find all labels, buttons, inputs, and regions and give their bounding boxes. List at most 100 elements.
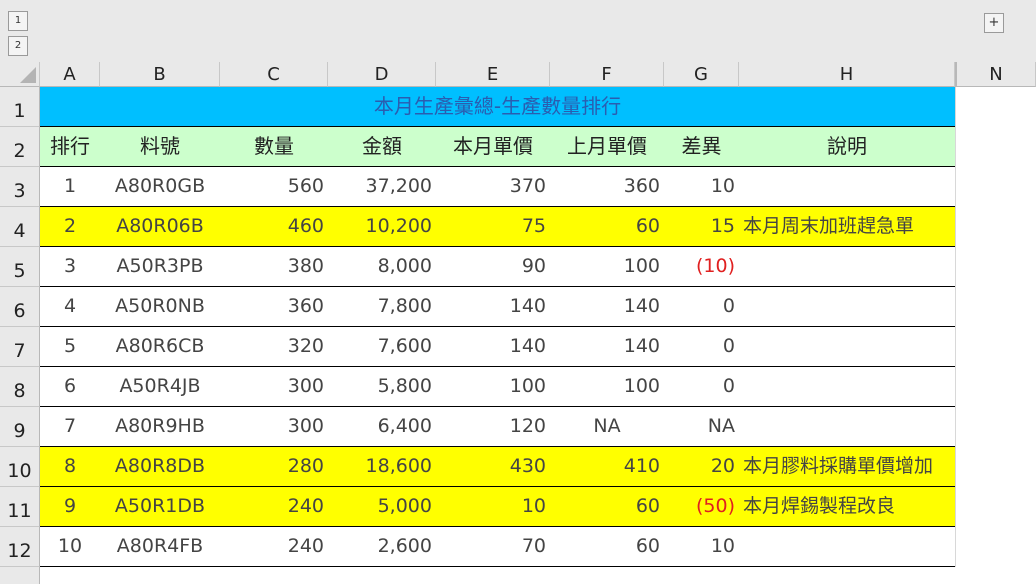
table-row[interactable]: 2 A80R06B 460 10,200 75 60 15 本月周末加班趕急單 bbox=[40, 207, 955, 247]
table-row[interactable]: 3 A50R3PB 380 8,000 90 100 (10) bbox=[40, 247, 955, 287]
cell-part-number[interactable]: A50R3PB bbox=[100, 247, 220, 286]
cell-rank[interactable]: 1 bbox=[40, 167, 100, 206]
cell-part-number[interactable]: A80R0GB bbox=[100, 167, 220, 206]
cell-description[interactable] bbox=[739, 287, 955, 326]
cell-amount[interactable]: 7,600 bbox=[328, 327, 436, 366]
table-row[interactable]: 5 A80R6CB 320 7,600 140 140 0 bbox=[40, 327, 955, 367]
cell-part-number[interactable]: A80R8DB bbox=[100, 447, 220, 486]
cell-description[interactable] bbox=[739, 407, 955, 446]
cell-rank[interactable]: 8 bbox=[40, 447, 100, 486]
title-row[interactable]: 本月生產彙總-生產數量排行 bbox=[40, 87, 955, 127]
cell-quantity[interactable]: 560 bbox=[220, 167, 328, 206]
cell-description[interactable]: 本月膠料採購單價增加 bbox=[739, 447, 955, 486]
cell-last-month-price[interactable]: 140 bbox=[550, 287, 664, 326]
row-header-1[interactable]: 1 bbox=[0, 87, 40, 127]
column-header-a[interactable]: A bbox=[40, 62, 100, 87]
cell-last-month-price[interactable]: 410 bbox=[550, 447, 664, 486]
cell-part-number[interactable]: A80R6CB bbox=[100, 327, 220, 366]
column-header-c[interactable]: C bbox=[220, 62, 328, 87]
cell-quantity[interactable]: 460 bbox=[220, 207, 328, 246]
cell-quantity[interactable]: 240 bbox=[220, 527, 328, 566]
outline-level-2-button[interactable]: 2 bbox=[8, 36, 28, 56]
cell-amount[interactable]: 8,000 bbox=[328, 247, 436, 286]
column-header-n[interactable]: N bbox=[955, 62, 1036, 87]
column-header-g[interactable]: G bbox=[664, 62, 739, 87]
cell-quantity[interactable]: 360 bbox=[220, 287, 328, 326]
column-header-e[interactable]: E bbox=[436, 62, 550, 87]
cell-description[interactable] bbox=[739, 367, 955, 406]
header-difference[interactable]: 差異 bbox=[664, 127, 739, 166]
cell-last-month-price[interactable]: 60 bbox=[550, 487, 664, 526]
row-header-9[interactable]: 9 bbox=[0, 407, 40, 447]
cell-amount[interactable]: 6,400 bbox=[328, 407, 436, 446]
cell-difference[interactable]: 10 bbox=[664, 527, 739, 566]
table-row[interactable]: 10 A80R4FB 240 2,600 70 60 10 bbox=[40, 527, 955, 567]
cell-last-month-price[interactable]: 360 bbox=[550, 167, 664, 206]
row-header-3[interactable]: 3 bbox=[0, 167, 40, 207]
column-header-d[interactable]: D bbox=[328, 62, 436, 87]
cell-amount[interactable]: 18,600 bbox=[328, 447, 436, 486]
cell-amount[interactable]: 37,200 bbox=[328, 167, 436, 206]
row-header-12[interactable]: 12 bbox=[0, 527, 40, 567]
cell-this-month-price[interactable]: 70 bbox=[436, 527, 550, 566]
row-header-2[interactable]: 2 bbox=[0, 127, 40, 167]
table-row[interactable]: 6 A50R4JB 300 5,800 100 100 0 bbox=[40, 367, 955, 407]
cell-rank[interactable]: 9 bbox=[40, 487, 100, 526]
column-header-b[interactable]: B bbox=[100, 62, 220, 87]
cell-this-month-price[interactable]: 90 bbox=[436, 247, 550, 286]
cell-amount[interactable]: 5,000 bbox=[328, 487, 436, 526]
table-row[interactable]: 7 A80R9HB 300 6,400 120 NA NA bbox=[40, 407, 955, 447]
cell-amount[interactable]: 5,800 bbox=[328, 367, 436, 406]
cell-last-month-price[interactable]: 60 bbox=[550, 527, 664, 566]
cell-last-month-price[interactable]: 140 bbox=[550, 327, 664, 366]
cell-description[interactable] bbox=[739, 167, 955, 206]
cell-rank[interactable]: 2 bbox=[40, 207, 100, 246]
cell-description[interactable] bbox=[739, 527, 955, 566]
cell-last-month-price[interactable]: NA bbox=[550, 407, 664, 446]
cell-quantity[interactable]: 320 bbox=[220, 327, 328, 366]
row-header-5[interactable]: 5 bbox=[0, 247, 40, 287]
cell-description[interactable]: 本月周末加班趕急單 bbox=[739, 207, 955, 246]
header-last-month-price[interactable]: 上月單價 bbox=[550, 127, 664, 166]
cell-difference[interactable]: 10 bbox=[664, 167, 739, 206]
table-row[interactable]: 9 A50R1DB 240 5,000 10 60 (50) 本月焊錫製程改良 bbox=[40, 487, 955, 527]
cell-quantity[interactable]: 300 bbox=[220, 407, 328, 446]
cell-last-month-price[interactable]: 100 bbox=[550, 247, 664, 286]
cell-part-number[interactable]: A50R1DB bbox=[100, 487, 220, 526]
cell-part-number[interactable]: A80R06B bbox=[100, 207, 220, 246]
cell-difference[interactable]: NA bbox=[664, 407, 739, 446]
cell-difference[interactable]: 0 bbox=[664, 287, 739, 326]
cell-rank[interactable]: 3 bbox=[40, 247, 100, 286]
cell-difference[interactable]: (10) bbox=[664, 247, 739, 286]
cell-amount[interactable]: 2,600 bbox=[328, 527, 436, 566]
header-rank[interactable]: 排行 bbox=[40, 127, 100, 166]
cell-this-month-price[interactable]: 100 bbox=[436, 367, 550, 406]
table-row[interactable]: 1 A80R0GB 560 37,200 370 360 10 bbox=[40, 167, 955, 207]
cell-description[interactable]: 本月焊錫製程改良 bbox=[739, 487, 955, 526]
cell-difference[interactable]: (50) bbox=[664, 487, 739, 526]
cell-this-month-price[interactable]: 10 bbox=[436, 487, 550, 526]
cell-this-month-price[interactable]: 370 bbox=[436, 167, 550, 206]
cell-part-number[interactable]: A80R9HB bbox=[100, 407, 220, 446]
expand-group-button[interactable]: + bbox=[984, 13, 1004, 33]
cell-quantity[interactable]: 280 bbox=[220, 447, 328, 486]
cell-this-month-price[interactable]: 75 bbox=[436, 207, 550, 246]
select-all-corner[interactable] bbox=[0, 62, 40, 87]
table-row[interactable]: 4 A50R0NB 360 7,800 140 140 0 bbox=[40, 287, 955, 327]
cell-last-month-price[interactable]: 100 bbox=[550, 367, 664, 406]
cell-rank[interactable]: 5 bbox=[40, 327, 100, 366]
column-header-h[interactable]: H bbox=[739, 62, 955, 87]
cell-part-number[interactable]: A50R0NB bbox=[100, 287, 220, 326]
row-header-4[interactable]: 4 bbox=[0, 207, 40, 247]
row-header-6[interactable]: 6 bbox=[0, 287, 40, 327]
cell-quantity[interactable]: 240 bbox=[220, 487, 328, 526]
row-header-11[interactable]: 11 bbox=[0, 487, 40, 527]
header-amount[interactable]: 金額 bbox=[328, 127, 436, 166]
cell-quantity[interactable]: 300 bbox=[220, 367, 328, 406]
cell-amount[interactable]: 7,800 bbox=[328, 287, 436, 326]
cell-part-number[interactable]: A80R4FB bbox=[100, 527, 220, 566]
cell-difference[interactable]: 15 bbox=[664, 207, 739, 246]
cell-quantity[interactable]: 380 bbox=[220, 247, 328, 286]
cell-rank[interactable]: 4 bbox=[40, 287, 100, 326]
cell-difference[interactable]: 0 bbox=[664, 367, 739, 406]
